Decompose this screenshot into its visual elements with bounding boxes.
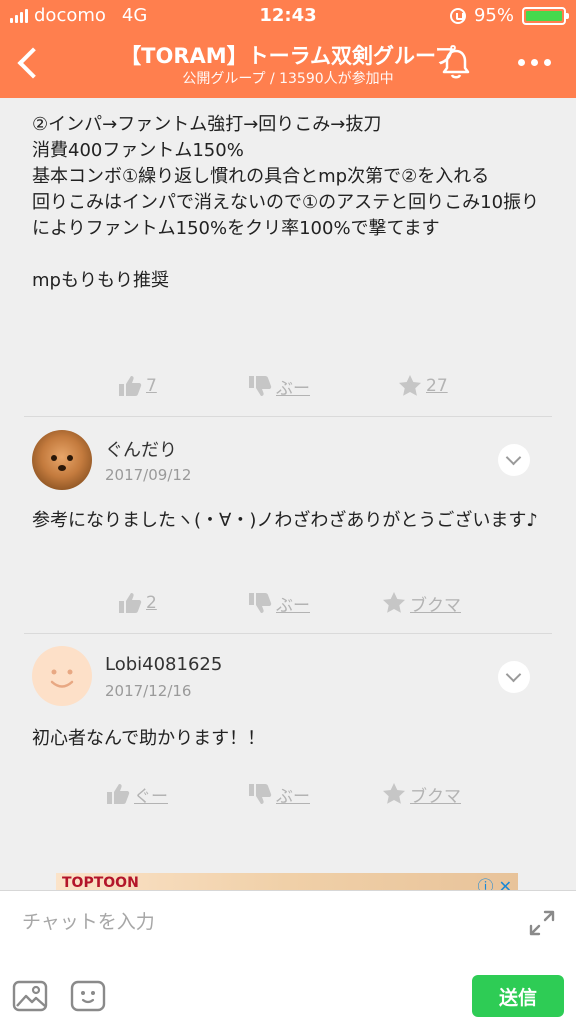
dislike-label: ぶー: [276, 378, 310, 399]
comment-date: 2017/12/16: [105, 682, 192, 700]
like-count: 2: [146, 593, 157, 613]
divider: [24, 416, 552, 417]
dislike-button[interactable]: ぶー: [248, 774, 310, 814]
chat-input[interactable]: [20, 903, 504, 941]
star-icon: [383, 592, 405, 613]
thumbs-down-icon: [249, 376, 272, 396]
bookmark-count: 27: [426, 376, 448, 396]
bookmark-button[interactable]: ブクマ: [382, 583, 461, 623]
comment-actions: 2 ぶー ブクマ: [0, 583, 576, 623]
avatar[interactable]: [32, 646, 92, 706]
thumbs-up-icon: [119, 376, 142, 396]
comment-author[interactable]: ぐんだり: [105, 436, 177, 462]
comment-actions: ぐー ぶー ブクマ: [0, 774, 576, 814]
chevron-down-icon[interactable]: [498, 444, 530, 476]
comment-date: 2017/09/12: [105, 466, 192, 484]
bookmark-label: ブクマ: [410, 595, 461, 616]
dislike-button[interactable]: ぶー: [248, 583, 310, 623]
group-header: 【TORAM】トーラム双剣グループ 公開グループ / 13590人が参加中: [0, 38, 576, 94]
dislike-label: ぶー: [276, 595, 310, 616]
star-icon: [399, 375, 421, 396]
bell-icon[interactable]: [438, 46, 474, 82]
status-bar: docomo 4G 12:43 95%: [0, 0, 576, 30]
thumbs-up-icon: [107, 784, 130, 804]
orientation-lock-icon: [449, 7, 466, 24]
ad-close-icon[interactable]: ⓘ ✕: [478, 873, 513, 890]
image-icon[interactable]: [12, 979, 48, 1013]
comment-text: 参考になりましたヽ(・∀・)ノわざわざありがとうございます♪: [32, 510, 538, 531]
battery-percent: 95%: [473, 5, 514, 26]
bookmark-button[interactable]: 27: [398, 366, 448, 406]
chat-thread[interactable]: ②インパ→ファントム強打→回りこみ→抜刀 消費400ファントム150% 基本コン…: [0, 98, 576, 890]
dislike-label: ぶー: [276, 786, 310, 807]
like-button[interactable]: 7: [118, 366, 157, 406]
thumbs-down-icon: [249, 784, 272, 804]
post-text: ②インパ→ファントム強打→回りこみ→抜刀 消費400ファントム150% 基本コン…: [32, 114, 540, 291]
back-button[interactable]: [12, 44, 48, 84]
battery-icon: [522, 6, 569, 25]
ad-logo: TOPTOON: [62, 875, 139, 890]
divider: [24, 633, 552, 634]
like-button[interactable]: 2: [118, 583, 157, 623]
ad-banner[interactable]: TOPTOON ⓘ ✕: [56, 873, 518, 890]
thumbs-up-icon: [119, 593, 142, 613]
bookmark-label: ブクマ: [410, 786, 461, 807]
avatar[interactable]: [32, 430, 92, 490]
more-menu-icon[interactable]: [510, 52, 558, 72]
comment-text: 初心者なんで助かります！！: [32, 728, 266, 749]
chat-composer: 送信: [0, 890, 576, 1025]
like-label: ぐー: [134, 786, 168, 807]
like-button[interactable]: ぐー: [106, 774, 168, 814]
comment-author[interactable]: Lobi4081625: [105, 654, 222, 675]
bookmark-button[interactable]: ブクマ: [382, 774, 461, 814]
post-actions: 7 ぶー 27: [0, 366, 576, 406]
send-button[interactable]: 送信: [472, 975, 564, 1017]
star-icon: [383, 783, 405, 804]
dislike-button[interactable]: ぶー: [248, 366, 310, 406]
emoji-icon[interactable]: [70, 979, 106, 1013]
like-count: 7: [146, 376, 157, 396]
app-header: docomo 4G 12:43 95% 【TORAM】トーラム双剣グループ 公開…: [0, 0, 576, 98]
expand-icon[interactable]: [528, 909, 556, 937]
thumbs-down-icon: [249, 593, 272, 613]
chevron-down-icon[interactable]: [498, 661, 530, 693]
